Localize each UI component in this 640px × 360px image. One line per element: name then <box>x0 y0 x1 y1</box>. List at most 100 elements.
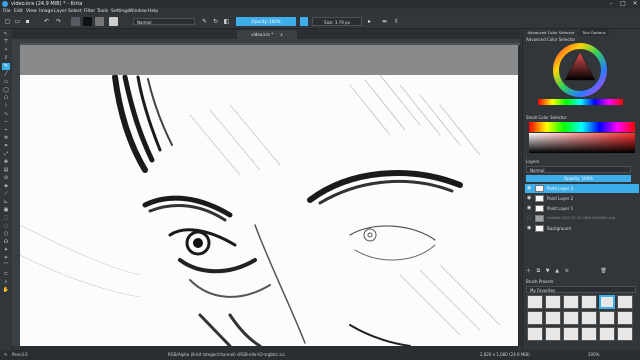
crop-tool-icon[interactable]: ⌗ <box>2 143 10 150</box>
brush-preset-tile[interactable] <box>545 311 561 325</box>
reference-images-icon[interactable]: ▣ <box>2 207 10 214</box>
brush-preset-tile[interactable] <box>563 327 579 341</box>
fill-tool-icon[interactable]: ◈ <box>2 183 10 190</box>
blend-mode-select[interactable]: Normal <box>133 18 195 25</box>
color-wheel[interactable] <box>553 43 607 97</box>
layer-row[interactable]: ◉ Paint Layer 1 <box>525 204 639 213</box>
size-slider[interactable]: Size: 3.79 px <box>312 17 362 26</box>
freehand-brush-icon[interactable]: ✎ <box>2 63 10 70</box>
menu-help[interactable]: Help <box>148 8 158 15</box>
brush-preset-tile[interactable] <box>617 327 633 341</box>
preserve-alpha-icon[interactable]: ◧ <box>222 17 231 26</box>
gradient-tool-icon[interactable]: ▤ <box>2 167 10 174</box>
duplicate-layer-icon[interactable]: ⧉ <box>537 268 541 274</box>
canvas[interactable] <box>20 45 518 346</box>
contiguous-select-icon[interactable]: ✦ <box>2 247 10 254</box>
mirror-vertical-icon[interactable]: ⇳ <box>392 17 401 26</box>
menu-settings[interactable]: Settings <box>111 8 129 15</box>
assistant-tool-icon[interactable]: ⟋ <box>2 191 10 198</box>
saturation-value-field[interactable] <box>529 133 635 153</box>
menu-image[interactable]: Image <box>39 8 53 15</box>
new-document-icon[interactable]: ▢ <box>3 17 12 26</box>
visibility-eye-icon[interactable]: ◌ <box>527 216 532 221</box>
rectangle-tool-icon[interactable]: ▭ <box>2 79 10 86</box>
brush-preset-tile[interactable] <box>563 311 579 325</box>
brush-preset-tile[interactable] <box>581 327 597 341</box>
delete-layer-icon[interactable]: 🗑 <box>600 268 606 274</box>
layer-row[interactable]: ◉ Paint Layer 2 <box>525 194 639 203</box>
reload-preset-icon[interactable]: ↻ <box>211 17 220 26</box>
eraser-mode-icon[interactable]: ✎ <box>200 17 209 26</box>
visibility-eye-icon[interactable]: ◉ <box>527 226 532 231</box>
move-layer-up-icon[interactable]: ▲ <box>555 268 559 274</box>
menu-select[interactable]: Select <box>68 8 82 15</box>
bezier-tool-icon[interactable]: ∿ <box>2 111 10 118</box>
ellipse-tool-icon[interactable]: ◯ <box>2 87 10 94</box>
move-tool-icon[interactable]: ✥ <box>2 159 10 166</box>
polyline-tool-icon[interactable]: ⌇ <box>2 103 10 110</box>
transform-tool-icon[interactable]: ⤢ <box>2 151 10 158</box>
brush-preset-tile[interactable] <box>527 327 543 341</box>
foreground-color-swatch[interactable] <box>83 17 92 26</box>
tab-tool-options[interactable]: Tool Options <box>579 29 609 36</box>
move-layer-down-icon[interactable]: ▼ <box>546 268 550 274</box>
measure-tool-icon[interactable]: ⊾ <box>2 199 10 206</box>
redo-icon[interactable]: ↷ <box>54 17 63 26</box>
menu-tools[interactable]: Tools <box>97 8 108 15</box>
status-zoom[interactable]: 200% <box>588 350 599 360</box>
layer-blend-mode-select[interactable]: Normal <box>526 166 631 173</box>
document-tab[interactable]: video.kra * x <box>237 30 297 39</box>
visibility-eye-icon[interactable]: ◉ <box>527 206 532 211</box>
brush-preset-tile-selected[interactable] <box>599 295 615 309</box>
hue-strip[interactable] <box>538 99 623 105</box>
vertical-scrollbar[interactable] <box>518 45 521 346</box>
brush-preset-tile[interactable] <box>617 295 633 309</box>
brush-preset-tile[interactable] <box>599 327 615 341</box>
edit-shapes-icon[interactable]: ✧ <box>2 47 10 54</box>
visibility-eye-icon[interactable]: ◉ <box>527 186 532 191</box>
small-hue-bar[interactable] <box>529 122 635 132</box>
freehand-path-icon[interactable]: ∼ <box>2 119 10 126</box>
add-layer-icon[interactable]: ＋ <box>526 268 531 274</box>
menu-window[interactable]: Window <box>129 8 147 15</box>
ellipse-select-icon[interactable]: ◌ <box>2 223 10 230</box>
pan-tool-icon[interactable]: ✋ <box>2 287 10 294</box>
layer-properties-icon[interactable]: ≡ <box>565 268 569 274</box>
dynamic-brush-icon[interactable]: ⌁ <box>2 127 10 134</box>
save-icon[interactable]: ▪ <box>23 17 32 26</box>
brush-tag-select[interactable]: My Favorites <box>526 286 636 293</box>
brush-preset-tile[interactable] <box>599 311 615 325</box>
menu-file[interactable]: File <box>3 8 11 15</box>
brush-preset-icon[interactable] <box>109 17 118 26</box>
close-button[interactable]: ✕ <box>630 0 640 8</box>
mirror-horizontal-icon[interactable]: ⇹ <box>380 17 389 26</box>
polygon-select-icon[interactable]: ⬡ <box>2 231 10 238</box>
size-lock-icon[interactable]: ▸ <box>365 17 374 26</box>
brush-preset-tile[interactable] <box>563 295 579 309</box>
brush-preset-tile[interactable] <box>545 327 561 341</box>
line-tool-icon[interactable]: ╱ <box>2 71 10 78</box>
menu-edit[interactable]: Edit <box>14 8 23 15</box>
layer-row[interactable]: ◉ Paint Layer 3 <box>525 184 639 193</box>
color-picker-icon[interactable]: ⊘ <box>2 175 10 182</box>
visibility-eye-icon[interactable]: ◉ <box>527 196 532 201</box>
brush-preset-tile[interactable] <box>527 311 543 325</box>
brush-preset-tile[interactable] <box>617 311 633 325</box>
freehand-select-icon[interactable]: ☊ <box>2 239 10 246</box>
brush-preset-tile[interactable] <box>527 295 543 309</box>
opacity-slider[interactable]: Opacity: 100% <box>236 17 296 26</box>
brush-preset-tile[interactable] <box>545 295 561 309</box>
rect-select-icon[interactable]: ⬚ <box>2 215 10 222</box>
magnetic-select-icon[interactable]: ⊂ <box>2 271 10 278</box>
menu-view[interactable]: View <box>26 8 37 15</box>
similar-select-icon[interactable]: ✶ <box>2 255 10 262</box>
layer-row[interactable]: ◉ Background <box>525 224 639 233</box>
maximize-button[interactable]: □ <box>618 0 628 8</box>
brush-preset-tile[interactable] <box>581 295 597 309</box>
layer-row[interactable]: ◌ Untitled-2022-07-12-0849-800x800.png <box>525 214 639 223</box>
select-shapes-icon[interactable]: ↖ <box>2 31 10 38</box>
polygon-tool-icon[interactable]: ⬠ <box>2 95 10 102</box>
layer-opacity-slider[interactable]: Opacity: 100% <box>526 175 631 182</box>
bezier-select-icon[interactable]: ⌒ <box>2 263 10 270</box>
document-tab-close-button[interactable]: x <box>280 32 282 37</box>
